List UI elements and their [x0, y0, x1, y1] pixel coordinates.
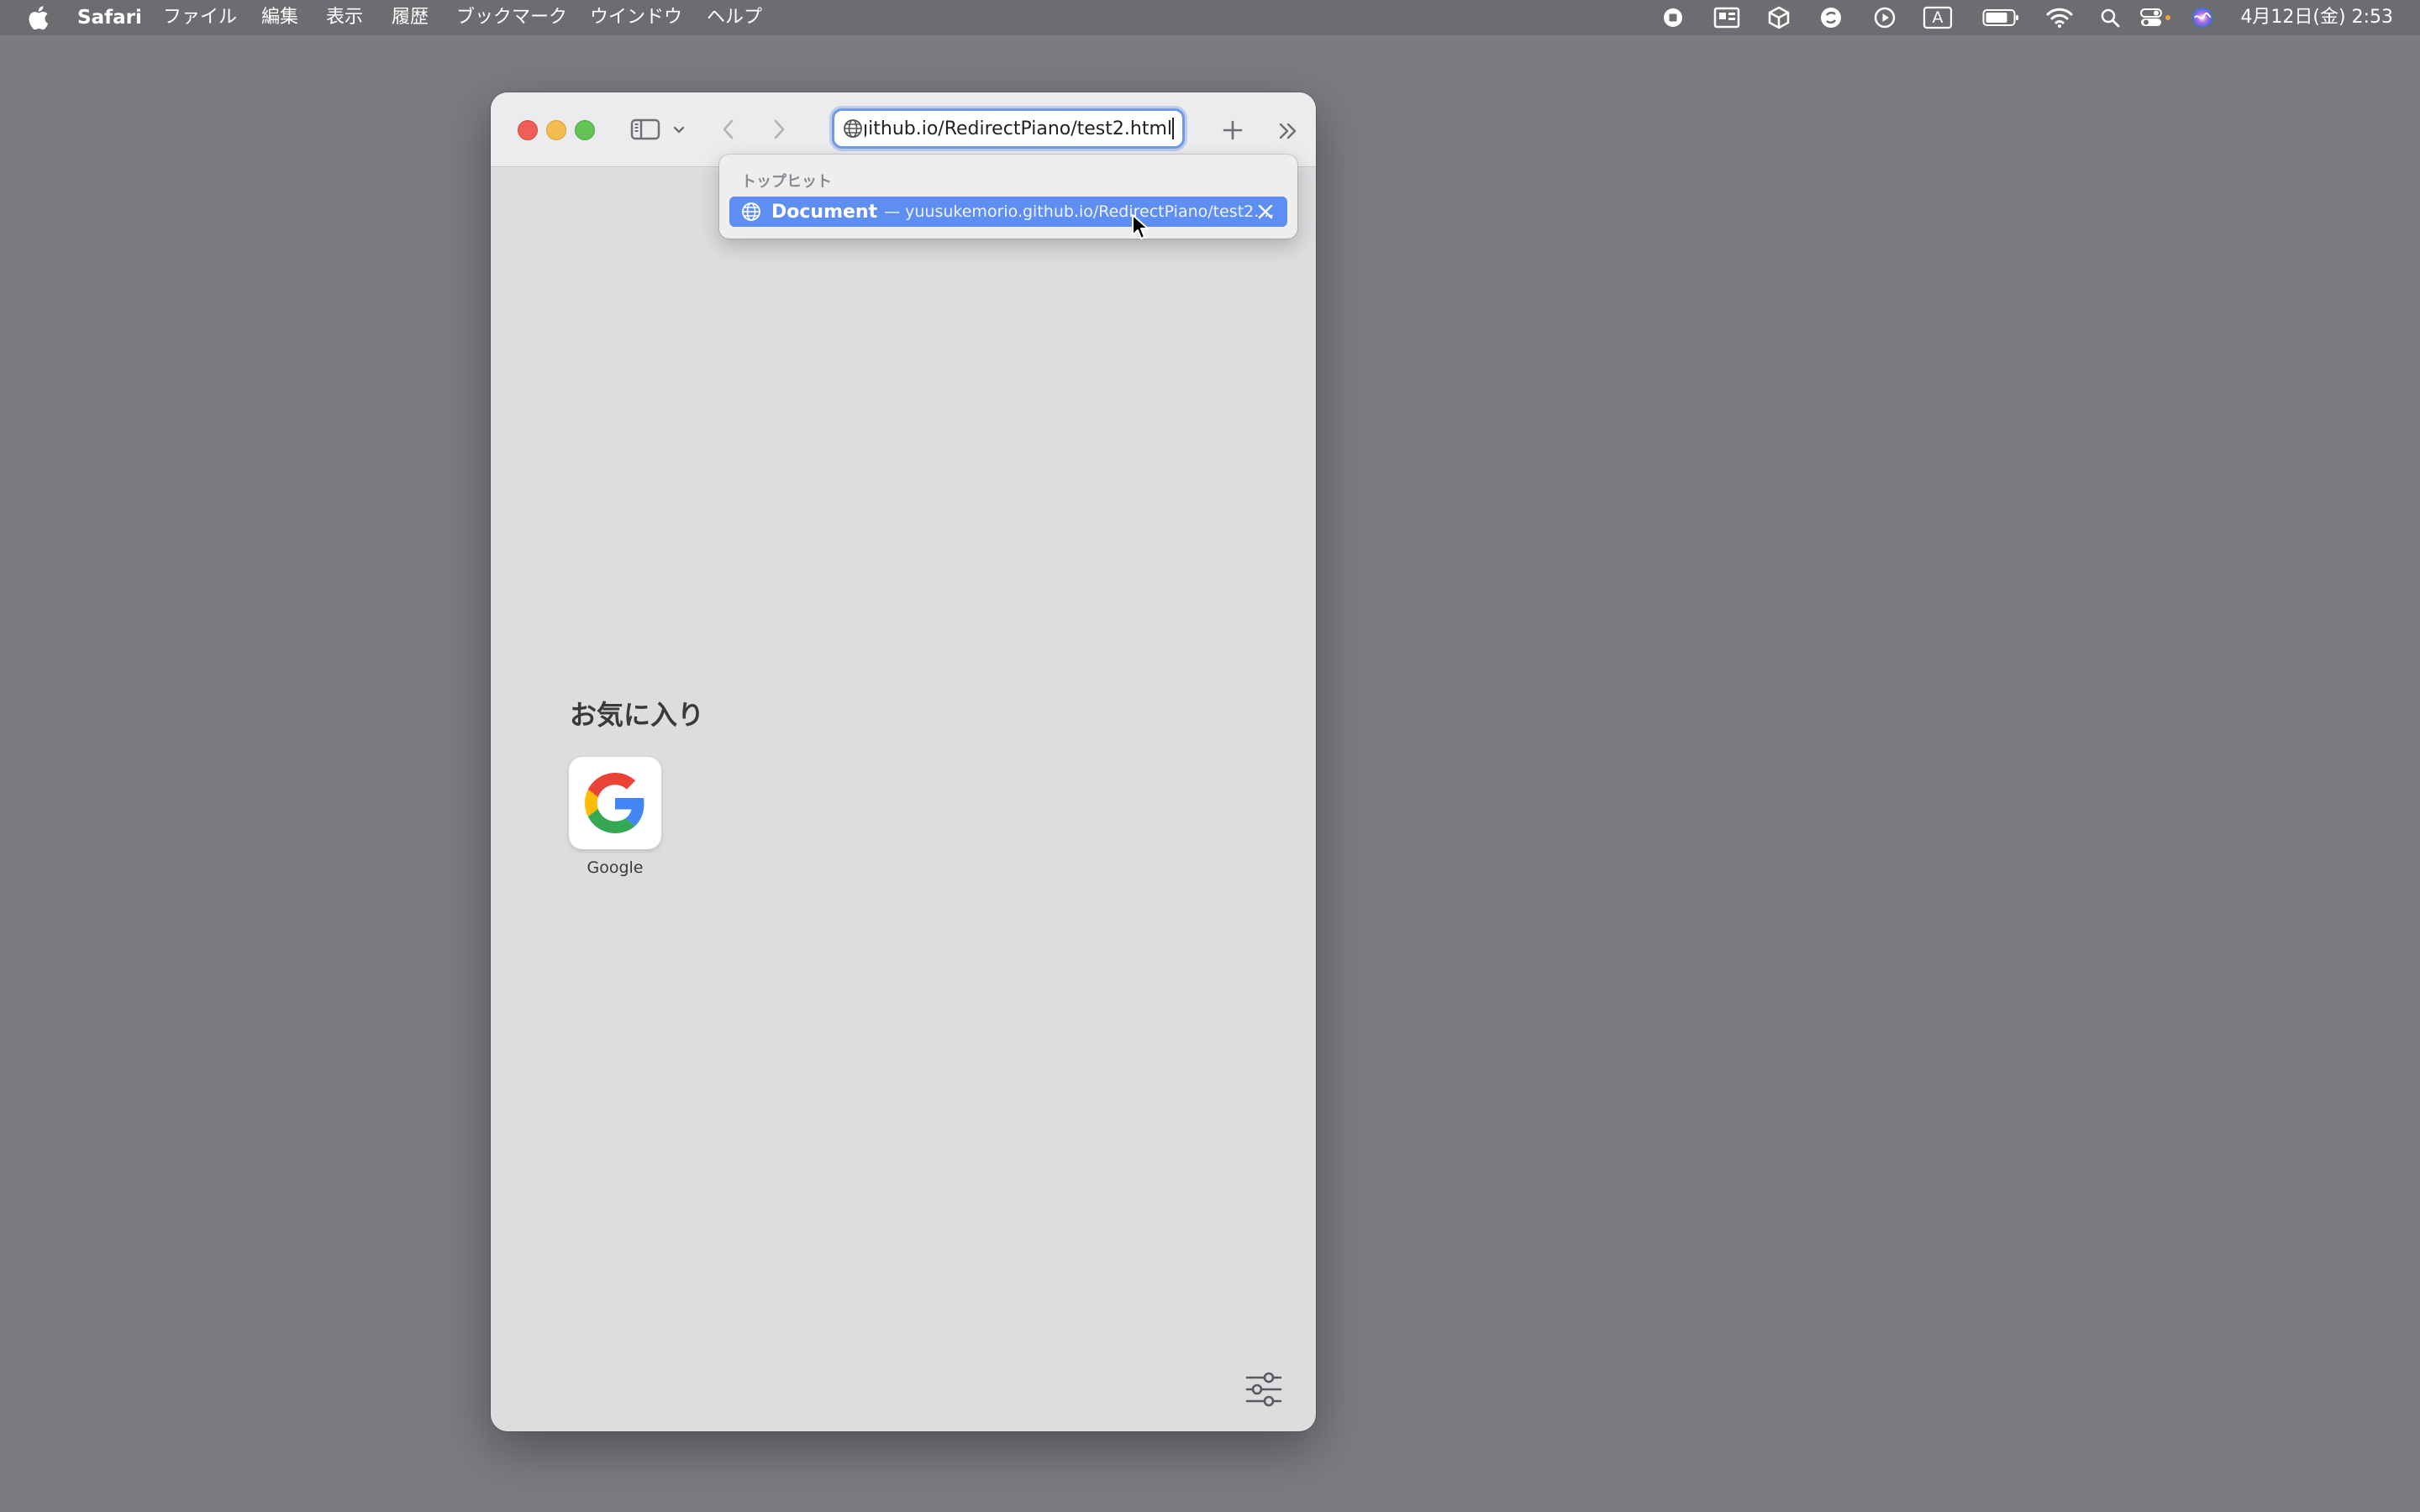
remove-suggestion-close-icon[interactable] [1255, 202, 1276, 222]
sync-icon[interactable] [1818, 6, 1844, 29]
globe-icon [844, 119, 862, 138]
screen-record-icon[interactable] [1660, 6, 1686, 29]
menu-bookmarks[interactable]: ブックマーク [456, 0, 567, 35]
play-icon[interactable] [1872, 6, 1897, 29]
zoom-window-button[interactable] [575, 120, 595, 140]
google-logo-icon [585, 773, 644, 833]
menu-help[interactable]: ヘルプ [707, 0, 762, 35]
favorite-google-label: Google [587, 858, 644, 877]
back-chevron-icon[interactable] [716, 116, 741, 143]
battery-icon[interactable] [1981, 6, 2020, 29]
menu-app-name[interactable]: Safari [77, 0, 142, 35]
menubar-clock[interactable]: 4月12日(金) 2:53 [2240, 0, 2393, 35]
menu-edit[interactable]: 編集 [261, 0, 298, 35]
address-bar-url: yuusukemorio.github.io/RedirectPiano/tes… [865, 118, 1172, 139]
mouse-pointer-icon [1132, 214, 1149, 239]
menu-window[interactable]: ウインドウ [590, 0, 682, 35]
menu-file[interactable]: ファイル [163, 0, 237, 35]
close-window-button[interactable] [518, 120, 538, 140]
favorite-google-tile[interactable] [569, 757, 661, 849]
menu-view[interactable]: 表示 [326, 0, 363, 35]
unity-icon[interactable] [1766, 6, 1791, 29]
input-method-label: A [1932, 8, 1944, 27]
siri-icon[interactable] [2190, 6, 2215, 29]
suggestion-globe-icon [742, 202, 760, 221]
toolbar-overflow-chevrons-icon[interactable] [1274, 118, 1302, 144]
top-hit-section-label: トップヒット [741, 173, 832, 191]
forward-chevron-icon[interactable] [766, 116, 792, 143]
wifi-icon[interactable] [2045, 6, 2074, 29]
favorites-title: お気に入り [570, 699, 705, 731]
tab-groups-chevron-down-icon[interactable] [671, 121, 687, 138]
address-bar[interactable]: yuusukemorio.github.io/RedirectPiano/tes… [832, 108, 1185, 149]
suggestion-url: — yuusukemorio.github.io/RedirectPiano/t… [884, 202, 1275, 221]
text-caret [1172, 118, 1174, 139]
menu-bar: Safari ファイル 編集 表示 履歴 ブックマーク ウインドウ ヘルプ A … [0, 0, 2420, 35]
customize-start-page-sliders-icon[interactable] [1244, 1371, 1284, 1408]
image-capture-icon[interactable] [1712, 6, 1741, 29]
top-hit-suggestion-row[interactable]: Document — yuusukemorio.github.io/Redire… [729, 197, 1287, 227]
minimize-window-button[interactable] [546, 120, 566, 140]
sidebar-toggle-icon[interactable] [629, 116, 662, 143]
apple-menu-icon[interactable] [27, 5, 49, 30]
input-method-icon[interactable]: A [1923, 6, 1953, 29]
spotlight-search-icon[interactable] [2097, 6, 2123, 29]
new-tab-plus-icon[interactable] [1218, 116, 1247, 144]
menu-history[interactable]: 履歴 [392, 0, 429, 35]
control-center-icon[interactable] [2139, 6, 2173, 29]
address-suggestions-dropdown: トップヒット Document — yuusukemorio.github.io… [719, 155, 1297, 239]
suggestion-title: Document [771, 201, 878, 223]
